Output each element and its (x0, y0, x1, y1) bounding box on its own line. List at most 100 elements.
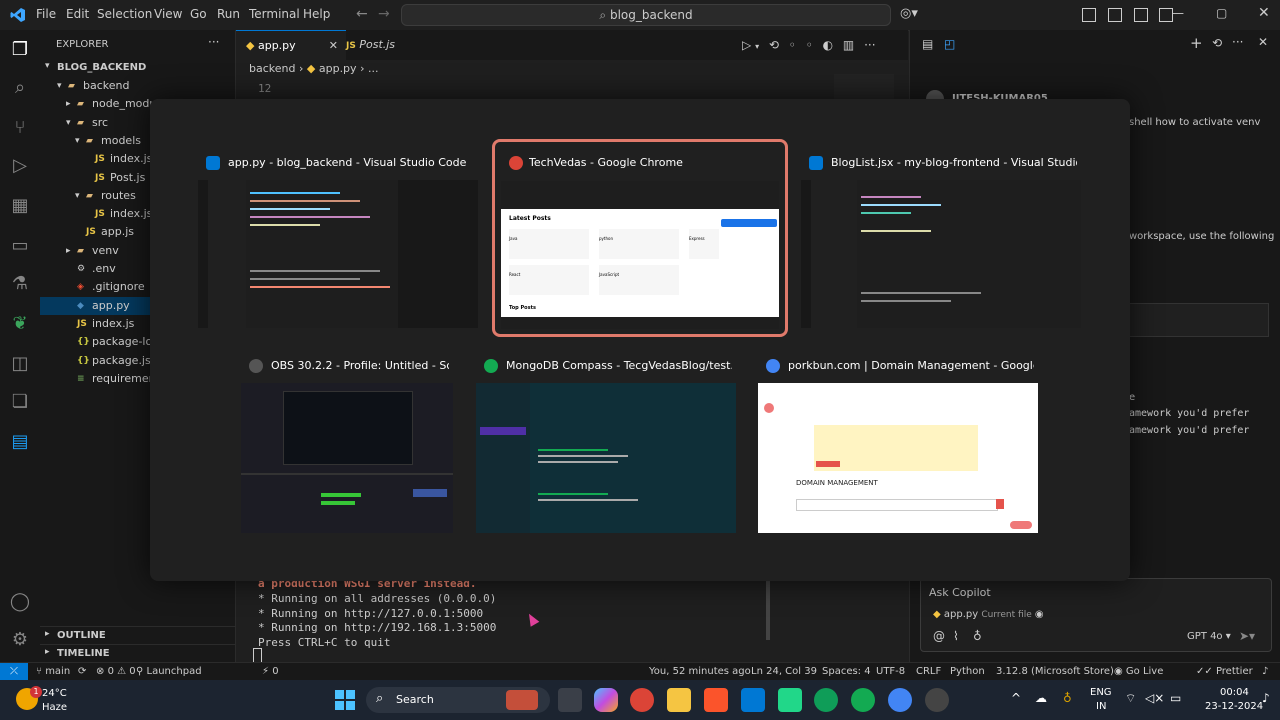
wifi-icon[interactable]: ⌔ (1125, 691, 1136, 706)
manage-gear-icon[interactable]: ⚙ (8, 628, 32, 652)
vscode-taskbar-icon[interactable] (741, 688, 765, 712)
timeline-section[interactable]: ▸ TIMELINE (40, 644, 235, 663)
switcher-window-obs[interactable]: OBS 30.2.2 - Profile: Untitled - Scene..… (241, 351, 453, 533)
taskbar-search-box[interactable]: ⌕ Search (366, 687, 550, 713)
menu-view[interactable]: View (154, 7, 182, 21)
breadcrumb-symbol[interactable]: ... (368, 62, 379, 75)
back-arrow-icon[interactable]: ← (356, 6, 368, 22)
more-actions-icon[interactable]: ··· (864, 38, 875, 52)
chrome-porkbun-taskbar-icon[interactable] (888, 688, 912, 712)
language-ind-eng[interactable]: ENG (1090, 687, 1112, 698)
chat-tab-icon[interactable]: ▤ (922, 37, 933, 51)
menu-run[interactable]: Run (217, 7, 240, 21)
split-editor-icon[interactable]: ▥ (843, 38, 854, 52)
more-actions-icon[interactable]: ··· (1232, 35, 1243, 49)
go-live-button[interactable]: ◉ Go Live (1114, 666, 1163, 677)
send-icon[interactable]: ➤▾ (1239, 629, 1255, 643)
indentation-status[interactable]: Spaces: 4 (822, 666, 871, 677)
chrome-taskbar-icon[interactable] (630, 688, 654, 712)
prettier-status[interactable]: ✓✓ Prettier (1196, 666, 1253, 677)
menu-go[interactable]: Go (190, 7, 207, 21)
search-view-icon[interactable]: ⌕ (8, 76, 32, 100)
copilot-taskbar-icon[interactable] (594, 688, 618, 712)
history-icon[interactable]: ⟲ (1212, 36, 1222, 50)
explorer-icon[interactable]: ❐ (8, 38, 32, 62)
mention-icon[interactable]: @ (933, 629, 945, 643)
outline-section[interactable]: ▸ OUTLINE (40, 626, 235, 645)
eye-icon[interactable]: ◉ (1035, 609, 1044, 620)
project-header[interactable]: ▾ BLOG_BACKEND (40, 59, 235, 77)
brave-taskbar-icon[interactable] (704, 688, 728, 712)
python-interpreter[interactable]: 3.12.8 (Microsoft Store) (996, 666, 1114, 677)
ports-status[interactable]: ⚡ 0 (262, 666, 279, 677)
remote-explorer-icon[interactable]: ▭ (8, 234, 32, 258)
task-view-icon[interactable] (558, 688, 582, 712)
windows-start-icon[interactable] (335, 690, 355, 710)
terminal-scrollbar[interactable] (766, 580, 770, 640)
mongodb-compass-taskbar-icon[interactable] (851, 688, 875, 712)
accounts-icon[interactable]: ◯ (8, 590, 32, 614)
sync-icon[interactable]: ⟳ (78, 666, 86, 677)
language-ind-in[interactable]: IN (1096, 701, 1106, 712)
model-picker[interactable]: GPT 4o ▾ (1187, 631, 1231, 642)
close-window-button[interactable]: ✕ (1258, 5, 1270, 21)
eol-status[interactable]: CRLF (916, 666, 941, 677)
maximize-button[interactable]: ▢ (1216, 6, 1227, 20)
switcher-window-chrome-techvedas[interactable]: TechVedas - Google Chrome Latest Posts J… (492, 139, 788, 337)
menu-edit[interactable]: Edit (66, 7, 89, 21)
clock-date[interactable]: 23-12-2024 (1205, 701, 1263, 712)
docker-icon[interactable]: ▤ (8, 430, 32, 454)
chrome-profile-taskbar-icon[interactable] (814, 688, 838, 712)
toggle-panel-icon[interactable] (1107, 8, 1122, 22)
testing-icon[interactable]: ⚗ (8, 272, 32, 296)
vscode-logo-icon[interactable] (10, 7, 26, 23)
onedrive-icon[interactable]: ☁ (1035, 691, 1047, 705)
database-icon[interactable]: ◫ (8, 352, 32, 376)
toggle-sidebar-icon[interactable] (1082, 8, 1096, 22)
breadcrumb-file[interactable]: app.py (319, 62, 357, 75)
compare-icon[interactable]: ⟲ (769, 38, 779, 52)
extensions-icon[interactable]: ▦ (8, 194, 32, 218)
language-mode[interactable]: Python (950, 666, 985, 677)
tab-post-js[interactable]: JS Post.js (336, 30, 444, 60)
explorer-more-icon[interactable]: ··· (208, 35, 219, 49)
go-back-change-icon[interactable]: ◦ (789, 38, 796, 52)
switcher-window-mongodb-compass[interactable]: MongoDB Compass - TecgVedasBlog/test.pos… (476, 351, 736, 533)
blame-status[interactable]: You, 52 minutes ago (649, 666, 751, 677)
hidden-icons-chevron-icon[interactable]: ^ (1011, 691, 1021, 705)
errors-warnings-status[interactable]: ⊗ 0 ⚠ 0 (96, 666, 136, 677)
encoding-status[interactable]: UTF-8 (876, 666, 905, 677)
pages-icon[interactable]: ❏ (8, 390, 32, 414)
command-search-box[interactable]: ⌕ blog_backend (401, 4, 891, 26)
forward-arrow-icon[interactable]: → (378, 6, 390, 22)
file-tree-item[interactable]: ▾ ▰ backend (40, 77, 235, 95)
chat-icon[interactable]: ◰ (944, 37, 955, 51)
live-share-icon[interactable]: ◐ (823, 38, 833, 52)
breadcrumb-folder[interactable]: backend (249, 62, 295, 75)
tab-app-py[interactable]: ◆ app.py ✕ (236, 30, 346, 61)
obs-taskbar-icon[interactable] (925, 688, 949, 712)
copilot-icon[interactable]: ◎▾ (900, 6, 918, 21)
pycharm-taskbar-icon[interactable] (778, 688, 802, 712)
context-chip[interactable]: ◆ app.py Current file ◉ (933, 609, 1044, 620)
file-explorer-taskbar-icon[interactable] (667, 688, 691, 712)
microphone-tray-icon[interactable]: ♁ (1063, 691, 1072, 705)
remote-indicator-button[interactable]: ⤫ (0, 663, 28, 681)
switcher-window-vscode-backend[interactable]: app.py - blog_backend - Visual Studio Co… (198, 148, 478, 328)
new-chat-icon[interactable]: + (1190, 34, 1203, 52)
launchpad-status[interactable]: ⚲ Launchpad (136, 666, 202, 677)
switcher-window-chrome-porkbun[interactable]: porkbun.com | Domain Management - Google… (758, 351, 1038, 533)
run-debug-icon[interactable]: ▷ (8, 154, 32, 178)
menu-terminal[interactable]: Terminal (249, 7, 300, 21)
menu-file[interactable]: File (36, 7, 56, 21)
chevron-down-icon[interactable]: ▾ (755, 42, 759, 51)
weather-widget[interactable]: 1 24°C Haze (12, 686, 92, 716)
run-file-icon[interactable]: ▷ (742, 38, 751, 52)
branch-status[interactable]: ⑂ main (36, 666, 70, 677)
battery-icon[interactable]: ▭ (1170, 691, 1181, 705)
go-forward-change-icon[interactable]: ◦ (806, 38, 813, 52)
menu-selection[interactable]: Selection (97, 7, 152, 21)
switcher-window-vscode-frontend[interactable]: BlogList.jsx - my-blog-frontend - Visual… (801, 148, 1081, 328)
mongodb-icon[interactable]: ❦ (8, 312, 32, 336)
minimize-button[interactable]: — (1172, 6, 1184, 20)
